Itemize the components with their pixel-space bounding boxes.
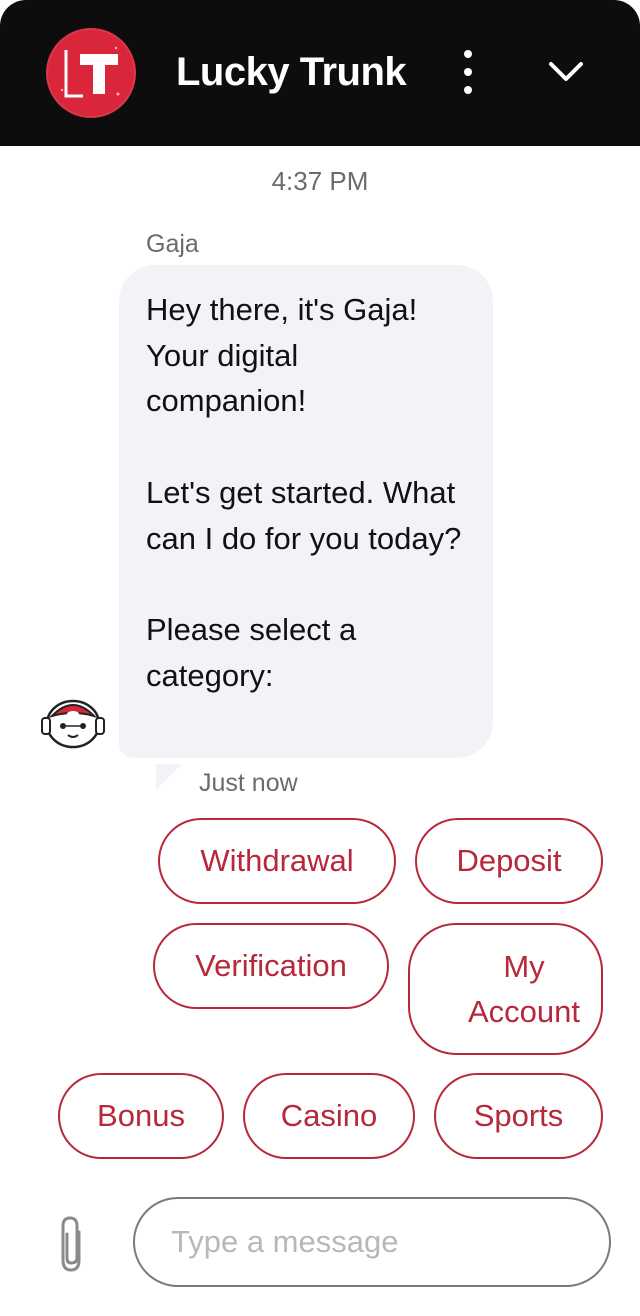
brand-logo (46, 28, 136, 118)
paperclip-icon (61, 1216, 81, 1272)
message-timestamp: 4:37 PM (271, 166, 369, 196)
quick-reply-deposit[interactable]: Deposit (415, 818, 603, 904)
attach-button[interactable] (52, 1214, 92, 1274)
message-paragraph: Please select a category: (146, 611, 357, 693)
quick-reply-sports[interactable]: Sports (434, 1073, 603, 1159)
chevron-down-icon (549, 62, 583, 81)
more-options-button[interactable] (450, 50, 486, 94)
collapse-button[interactable] (540, 48, 592, 96)
more-vertical-icon-dot (464, 68, 472, 76)
chat-header: Lucky Trunk (0, 0, 640, 146)
quick-reply-bonus[interactable]: Bonus (58, 1073, 224, 1159)
robot-avatar-icon (40, 694, 106, 750)
brand-logo-icon (60, 46, 120, 98)
quick-reply-withdrawal[interactable]: Withdrawal (158, 818, 396, 904)
bot-message-bubble: Hey there, it's Gaja! Your digital compa… (119, 265, 493, 758)
message-input[interactable] (133, 1197, 611, 1287)
quick-reply-verification[interactable]: Verification (153, 923, 389, 1009)
quick-reply-casino[interactable]: Casino (243, 1073, 415, 1159)
more-vertical-icon (464, 50, 472, 58)
message-status: Just now (199, 769, 298, 797)
chat-title: Lucky Trunk (176, 50, 407, 94)
message-paragraph: Let's get started. What can I do for you… (146, 474, 462, 556)
sender-name: Gaja (146, 230, 199, 258)
bubble-tail (156, 764, 182, 790)
quick-reply-my-account[interactable]: My Account (408, 923, 603, 1055)
chat-widget: Lucky Trunk 4:37 PM Gaja Hey there, it's… (0, 0, 640, 1316)
message-paragraph: Hey there, it's Gaja! Your digital compa… (146, 292, 418, 419)
more-vertical-icon-dot (464, 86, 472, 94)
